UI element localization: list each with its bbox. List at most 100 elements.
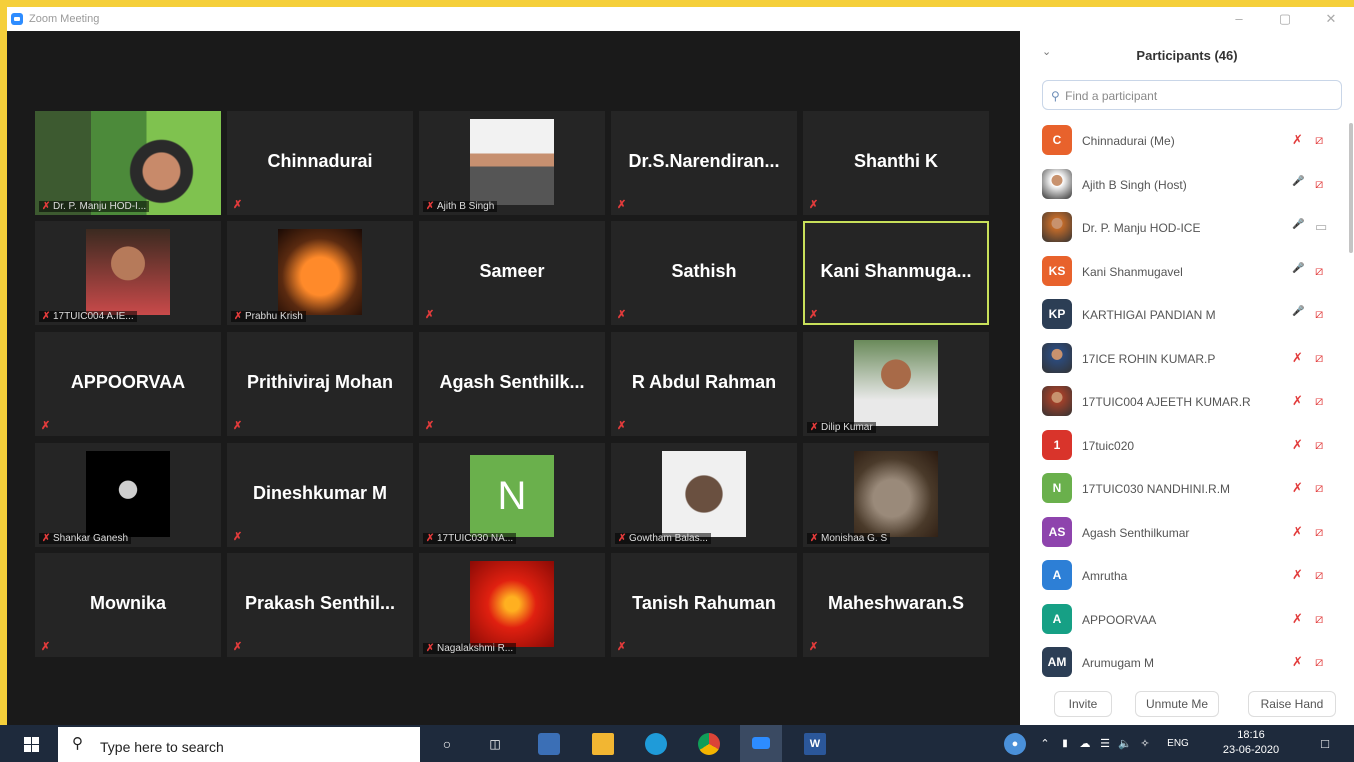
video-tile[interactable]: Dr.S.Narendiran... ✗ — [611, 111, 797, 215]
camera-off-icon: ⧄ — [1315, 306, 1324, 321]
participant-row[interactable]: A APPOORVAA ✗ ⧄ — [1020, 598, 1354, 642]
store-app-icon[interactable] — [538, 733, 560, 755]
tile-name: Agash Senthilk... — [439, 372, 585, 392]
participant-row[interactable]: C Chinnadurai (Me) ✗ ⧄ — [1020, 119, 1354, 163]
profile-photo — [662, 451, 746, 537]
video-tile[interactable]: Monishaa G. S — [803, 443, 989, 547]
video-tile[interactable]: Shankar Ganesh — [35, 443, 221, 547]
invite-button[interactable]: Invite — [1054, 691, 1112, 717]
camera-off-icon: ⧄ — [1315, 262, 1324, 278]
participant-row[interactable]: Ajith B Singh (Host) 🎤 ⧄ — [1020, 163, 1354, 207]
tile-name: Kani Shanmuga... — [820, 261, 972, 281]
video-tile[interactable]: Prithiviraj Mohan ✗ — [227, 332, 413, 436]
video-tile[interactable]: APPOORVAA ✗ — [35, 332, 221, 436]
tile-name: Dr.S.Narendiran... — [628, 151, 780, 171]
taskbar-search-box[interactable]: ⚲ Type here to search — [58, 727, 420, 762]
video-tile[interactable]: Sathish ✗ — [611, 221, 797, 325]
minimize-button[interactable]: – — [1216, 7, 1262, 31]
raise-hand-button[interactable]: Raise Hand — [1248, 691, 1336, 717]
video-gallery: Dr. P. Manju HOD-I... Chinnadurai ✗ Ajith B… — [7, 31, 1020, 725]
camera-icon: ▭ — [1315, 219, 1328, 234]
close-button[interactable]: ✕ — [1308, 7, 1354, 31]
participant-row[interactable]: AM Arumugam M ✗ ⧄ — [1020, 641, 1354, 681]
video-tile[interactable]: R Abdul Rahman ✗ — [611, 332, 797, 436]
clock-time: 18:16 — [1237, 729, 1265, 741]
avatar: A — [1042, 603, 1072, 634]
video-tile[interactable]: Nagalakshmi R... — [419, 553, 605, 657]
participant-search-input[interactable]: ⚲ Find a participant — [1042, 80, 1342, 110]
muted-mic-icon: ✗ — [41, 420, 51, 432]
tile-name: Prithiviraj Mohan — [246, 372, 394, 392]
video-tile[interactable]: Dilip Kumar — [803, 332, 989, 436]
avatar: KP — [1042, 299, 1072, 329]
video-tile[interactable]: Mownika ✗ — [35, 553, 221, 657]
video-tile[interactable]: Tanish Rahuman ✗ — [611, 553, 797, 657]
windows-start-icon[interactable] — [24, 737, 39, 752]
onedrive-icon[interactable]: ☁ — [1074, 733, 1096, 755]
video-tile[interactable]: Chinnadurai ✗ — [227, 111, 413, 215]
muted-mic-icon: ✗ — [233, 531, 243, 543]
participant-row[interactable]: AS Agash Senthilkumar ✗ ⧄ — [1020, 511, 1354, 555]
video-tile[interactable]: N17TUIC030 NA... — [419, 443, 605, 547]
participant-name: Kani Shanmugavel — [1082, 264, 1183, 279]
video-tile[interactable]: Prakash Senthil... ✗ — [227, 553, 413, 657]
video-tile[interactable]: Kani Shanmuga... ✗ — [803, 221, 989, 325]
file-explorer-icon[interactable] — [592, 733, 614, 755]
participant-row[interactable]: N 17TUIC030 NANDHINI.R.M ✗ ⧄ — [1020, 467, 1354, 511]
volume-icon[interactable]: 🔈 — [1114, 733, 1136, 755]
video-tile[interactable]: Shanthi K ✗ — [803, 111, 989, 215]
avatar — [1042, 212, 1072, 242]
profile-photo — [470, 119, 554, 205]
maximize-button[interactable]: ▢ — [1262, 7, 1308, 31]
chrome-browser-icon[interactable] — [698, 733, 720, 755]
avatar: N — [1042, 473, 1072, 503]
participant-row[interactable]: 17ICE ROHIN KUMAR.P ✗ ⧄ — [1020, 337, 1354, 381]
search-icon: ⚲ — [72, 735, 83, 752]
video-tile[interactable]: Dineshkumar M ✗ — [227, 443, 413, 547]
tile-name: Dineshkumar M — [252, 483, 388, 503]
network-icon[interactable]: ☰ — [1094, 733, 1116, 755]
unmute-me-button[interactable]: Unmute Me — [1135, 691, 1219, 717]
participant-row[interactable]: A Amrutha ✗ ⧄ — [1020, 554, 1354, 598]
video-tile[interactable]: Ajith B Singh — [419, 111, 605, 215]
mic-muted-icon: ✗ — [1292, 436, 1303, 452]
video-tile[interactable]: Gowtham Balas... — [611, 443, 797, 547]
dropbox-icon[interactable]: ✧ — [1134, 733, 1156, 755]
participant-row[interactable]: 17TUIC004 AJEETH KUMAR.R ✗ ⧄ — [1020, 380, 1354, 424]
battery-icon[interactable]: ▮ — [1054, 733, 1076, 755]
cortana-icon[interactable]: ○ — [436, 733, 458, 755]
taskbar-clock[interactable]: 18:16 23-06-2020 — [1222, 728, 1280, 758]
participant-row[interactable]: KP KARTHIGAI PANDIAN M 🎤 ⧄ — [1020, 293, 1354, 337]
tile-name-label: Monishaa G. S — [807, 533, 891, 544]
language-indicator[interactable]: ENG — [1160, 733, 1196, 755]
tray-chevron-icon[interactable]: ⌃ — [1034, 733, 1056, 755]
participant-list-scrollbar[interactable] — [1349, 123, 1353, 253]
mic-muted-icon: ✗ — [1292, 349, 1303, 365]
tile-name-label: Shankar Ganesh — [39, 533, 132, 544]
video-tile[interactable]: Dr. P. Manju HOD-I... — [35, 111, 221, 215]
camera-off-icon: ⧄ — [1315, 523, 1324, 539]
mic-icon: 🎤 — [1292, 219, 1305, 230]
muted-mic-icon: ✗ — [617, 420, 627, 432]
tile-name-label: Dilip Kumar — [807, 422, 876, 433]
video-tile[interactable]: Maheshwaran.S ✗ — [803, 553, 989, 657]
muted-mic-icon: ✗ — [233, 199, 243, 211]
edge-browser-icon[interactable] — [645, 733, 667, 755]
video-tile[interactable]: 17TUIC004 A.IE... — [35, 221, 221, 325]
participant-row[interactable]: Dr. P. Manju HOD-ICE 🎤 ▭ — [1020, 206, 1354, 250]
video-tile[interactable]: Sameer ✗ — [419, 221, 605, 325]
task-view-icon[interactable]: ◫ — [484, 733, 506, 755]
participant-name: APPOORVAA — [1082, 612, 1157, 627]
notification-icon[interactable]: □ — [1314, 733, 1336, 755]
word-app-icon[interactable]: W — [804, 733, 826, 755]
participant-row[interactable]: 1 17tuic020 ✗ ⧄ — [1020, 424, 1354, 468]
video-tile[interactable]: Prabhu Krish — [227, 221, 413, 325]
zoom-taskbar-icon[interactable] — [740, 725, 782, 762]
video-tile[interactable]: Agash Senthilk... ✗ — [419, 332, 605, 436]
zoom-tray-icon[interactable]: ● — [1004, 733, 1026, 755]
tile-name-label: Nagalakshmi R... — [423, 643, 517, 654]
participant-row[interactable]: KS Kani Shanmugavel 🎤 ⧄ — [1020, 250, 1354, 294]
participant-name: 17TUIC004 AJEETH KUMAR.R — [1082, 395, 1251, 409]
participant-name: 17tuic020 — [1082, 438, 1135, 453]
avatar: 1 — [1042, 429, 1072, 460]
